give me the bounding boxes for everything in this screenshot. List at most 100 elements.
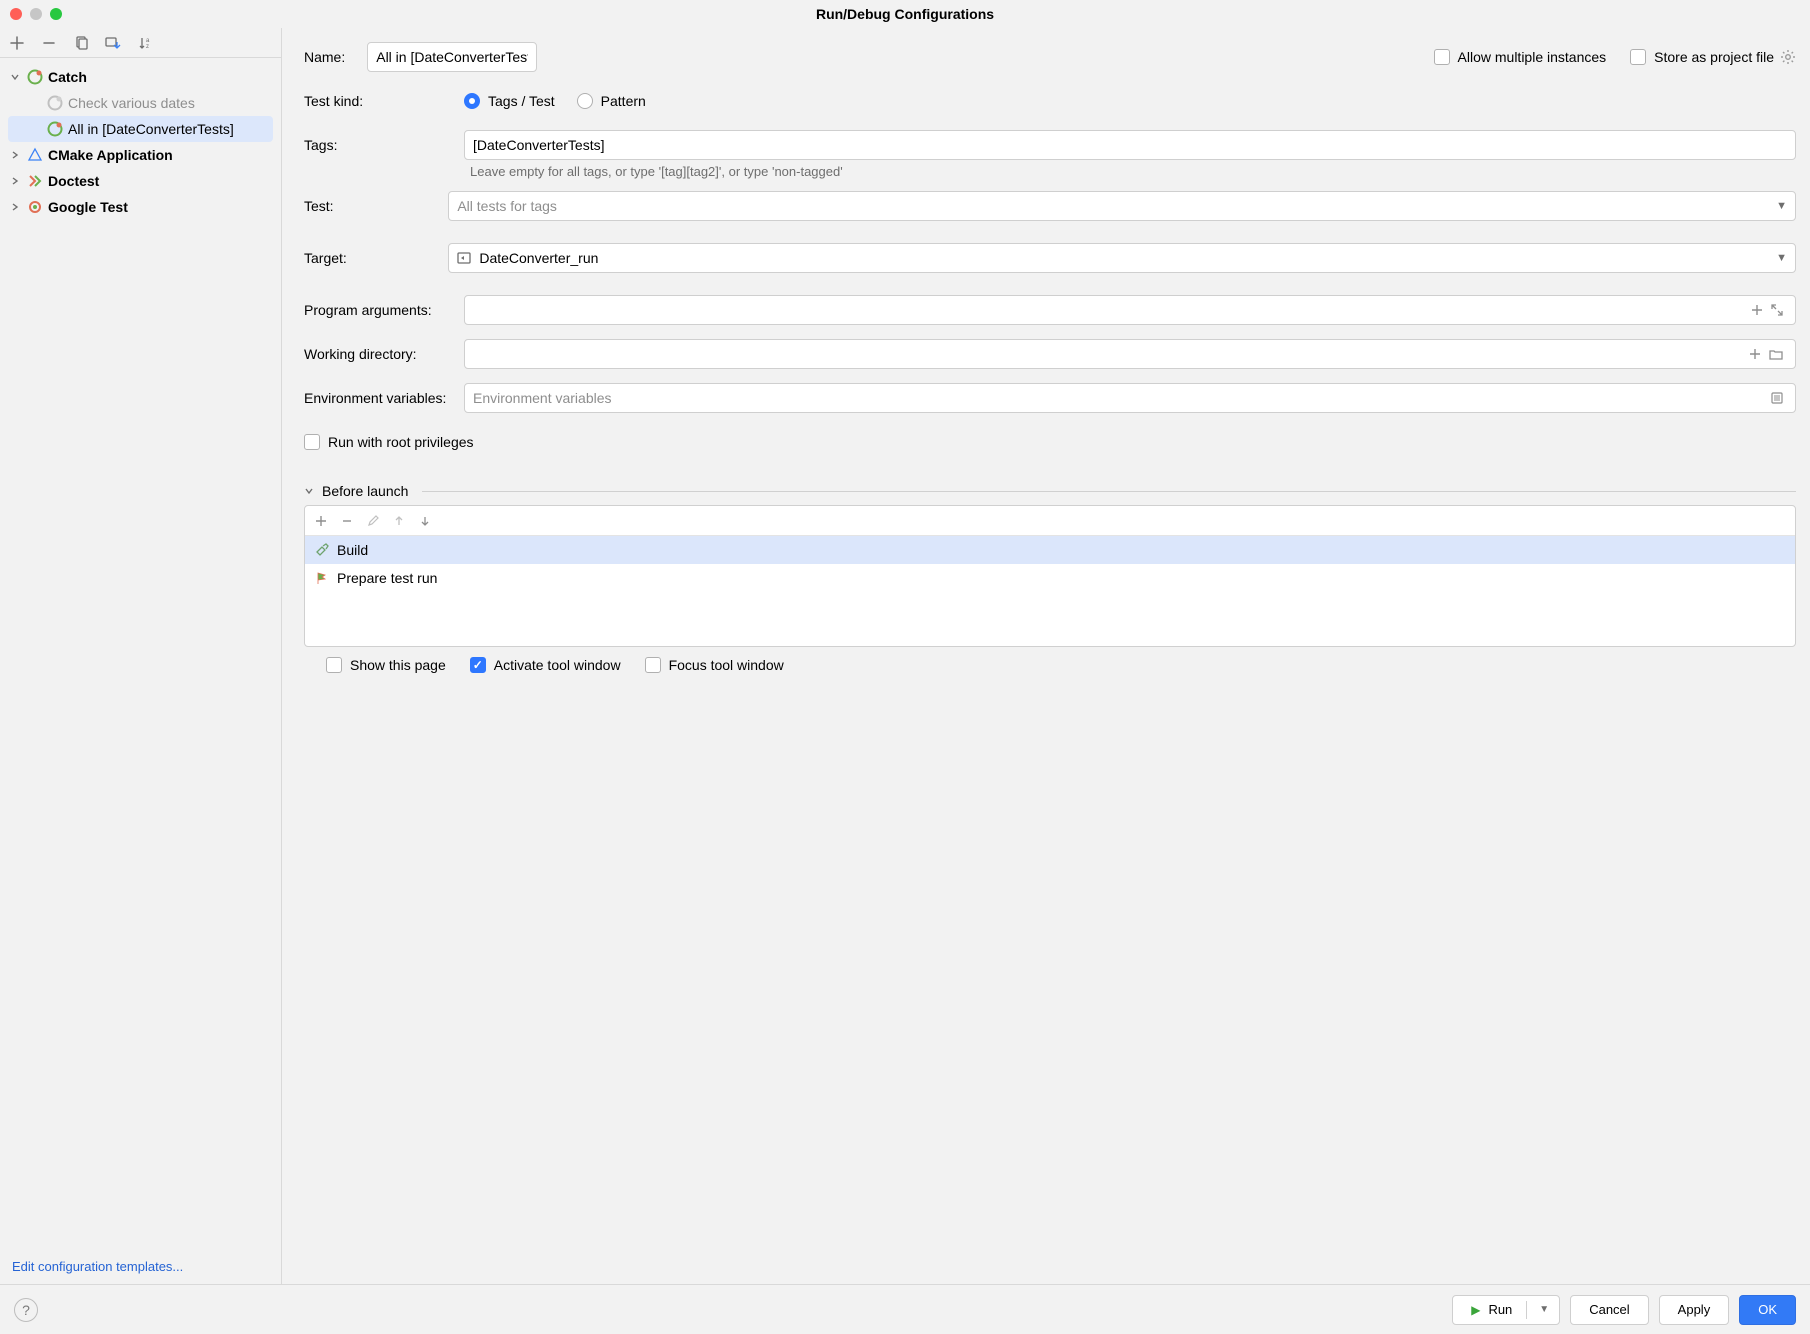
minimize-window-button[interactable] [30, 8, 42, 20]
chevron-down-icon [304, 486, 314, 496]
radio-pattern[interactable]: Pattern [577, 93, 646, 109]
checkbox-box-icon [1630, 49, 1646, 65]
before-launch-item-build[interactable]: Build [305, 536, 1795, 564]
add-icon[interactable] [315, 515, 327, 527]
copy-config-icon[interactable] [72, 34, 90, 52]
content-panel: Name: Allow multiple instances Store as … [282, 28, 1810, 1284]
tree-node-label: Catch [48, 69, 87, 85]
save-config-icon[interactable] [104, 34, 122, 52]
radio-label: Pattern [601, 93, 646, 109]
checkbox-label: Activate tool window [494, 657, 621, 673]
focus-tool-window-checkbox[interactable]: Focus tool window [645, 657, 784, 673]
env-vars-placeholder: Environment variables [473, 390, 612, 406]
working-directory-input[interactable] [464, 339, 1796, 369]
catch-icon [26, 69, 44, 85]
chevron-down-icon: ▼ [1776, 252, 1787, 264]
sidebar-toolbar: az [0, 28, 281, 58]
tree-node-label: Doctest [48, 173, 99, 189]
program-arguments-label: Program arguments: [304, 302, 464, 318]
sidebar: az Catch Check various dates [0, 28, 282, 1284]
help-icon[interactable]: ? [14, 1298, 38, 1322]
checkbox-label: Show this page [350, 657, 446, 673]
chevron-right-icon [10, 202, 24, 212]
run-icon: ▶ [1471, 1303, 1480, 1317]
zoom-window-button[interactable] [50, 8, 62, 20]
plus-icon[interactable] [1751, 304, 1763, 316]
cancel-button[interactable]: Cancel [1570, 1295, 1648, 1325]
test-label: Test: [304, 198, 448, 214]
tree-node-doctest[interactable]: Doctest [2, 168, 279, 194]
allow-multiple-checkbox[interactable]: Allow multiple instances [1434, 49, 1607, 65]
remove-config-icon[interactable] [40, 34, 58, 52]
folder-icon[interactable] [1769, 348, 1783, 360]
name-input[interactable] [367, 42, 537, 72]
program-arguments-input[interactable] [464, 295, 1796, 325]
tree-node-catch[interactable]: Catch [2, 64, 279, 90]
checkbox-label: Run with root privileges [328, 434, 474, 450]
combo-value: DateConverter_run [479, 250, 598, 266]
ok-button[interactable]: OK [1739, 1295, 1796, 1325]
divider [1526, 1301, 1527, 1319]
expand-icon[interactable] [1771, 304, 1783, 316]
radio-tags-test[interactable]: Tags / Test [464, 93, 555, 109]
target-label: Target: [304, 250, 448, 266]
executable-icon [457, 251, 471, 265]
root-privileges-checkbox[interactable]: Run with root privileges [304, 434, 474, 450]
cancel-button-label: Cancel [1589, 1302, 1629, 1317]
edit-icon[interactable] [367, 515, 379, 527]
catch-icon [46, 121, 64, 137]
dialog-footer: ? ▶ Run ▼ Cancel Apply OK [0, 1284, 1810, 1334]
test-combo[interactable]: All tests for tags ▼ [448, 191, 1796, 221]
chevron-right-icon [10, 150, 24, 160]
tree-node-check-dates[interactable]: Check various dates [2, 90, 279, 116]
close-window-button[interactable] [10, 8, 22, 20]
remove-icon[interactable] [341, 515, 353, 527]
tree-node-label: CMake Application [48, 147, 173, 163]
combo-placeholder: All tests for tags [457, 198, 557, 214]
chevron-down-icon[interactable]: ▼ [1535, 1304, 1553, 1315]
edit-config-templates-link[interactable]: Edit configuration templates... [12, 1259, 183, 1274]
run-button[interactable]: ▶ Run ▼ [1452, 1295, 1560, 1325]
before-launch-item-label: Build [337, 542, 368, 558]
apply-button-label: Apply [1678, 1302, 1711, 1317]
env-vars-input[interactable]: Environment variables [464, 383, 1796, 413]
titlebar: Run/Debug Configurations [0, 0, 1810, 28]
gear-icon[interactable] [1780, 49, 1796, 65]
activate-tool-window-checkbox[interactable]: ✓ Activate tool window [470, 657, 621, 673]
config-tree: Catch Check various dates All in [DateCo… [0, 58, 281, 1249]
before-launch-label: Before launch [322, 483, 408, 499]
doctest-icon [26, 173, 44, 189]
before-launch-header[interactable]: Before launch [304, 483, 1796, 499]
down-icon[interactable] [419, 515, 431, 527]
flag-icon [315, 571, 329, 585]
cmake-icon [26, 147, 44, 163]
store-as-project-checkbox[interactable]: Store as project file [1630, 49, 1774, 65]
hammer-icon [315, 543, 329, 557]
up-icon[interactable] [393, 515, 405, 527]
show-this-page-checkbox[interactable]: Show this page [326, 657, 446, 673]
tree-node-label: Check various dates [68, 95, 195, 111]
radio-icon [577, 93, 593, 109]
apply-button[interactable]: Apply [1659, 1295, 1730, 1325]
checkbox-box-icon [304, 434, 320, 450]
plus-icon[interactable] [1749, 348, 1761, 360]
svg-text:z: z [146, 44, 149, 50]
radio-label: Tags / Test [488, 93, 555, 109]
sidebar-footer: Edit configuration templates... [0, 1249, 281, 1284]
add-config-icon[interactable] [8, 34, 26, 52]
before-launch-item-prepare[interactable]: Prepare test run [305, 564, 1795, 592]
tree-node-all-in[interactable]: All in [DateConverterTests] [8, 116, 273, 142]
before-launch-item-label: Prepare test run [337, 570, 437, 586]
tags-input[interactable] [464, 130, 1796, 160]
tree-node-cmake[interactable]: CMake Application [2, 142, 279, 168]
chevron-down-icon: ▼ [1776, 200, 1787, 212]
chevron-down-icon [10, 72, 24, 82]
checkbox-label: Focus tool window [669, 657, 784, 673]
chevron-right-icon [10, 176, 24, 186]
sort-config-icon[interactable]: az [136, 34, 154, 52]
tree-node-gtest[interactable]: Google Test [2, 194, 279, 220]
checkbox-box-icon [326, 657, 342, 673]
list-icon[interactable] [1771, 392, 1783, 404]
traffic-lights [10, 8, 62, 20]
target-combo[interactable]: DateConverter_run ▼ [448, 243, 1796, 273]
